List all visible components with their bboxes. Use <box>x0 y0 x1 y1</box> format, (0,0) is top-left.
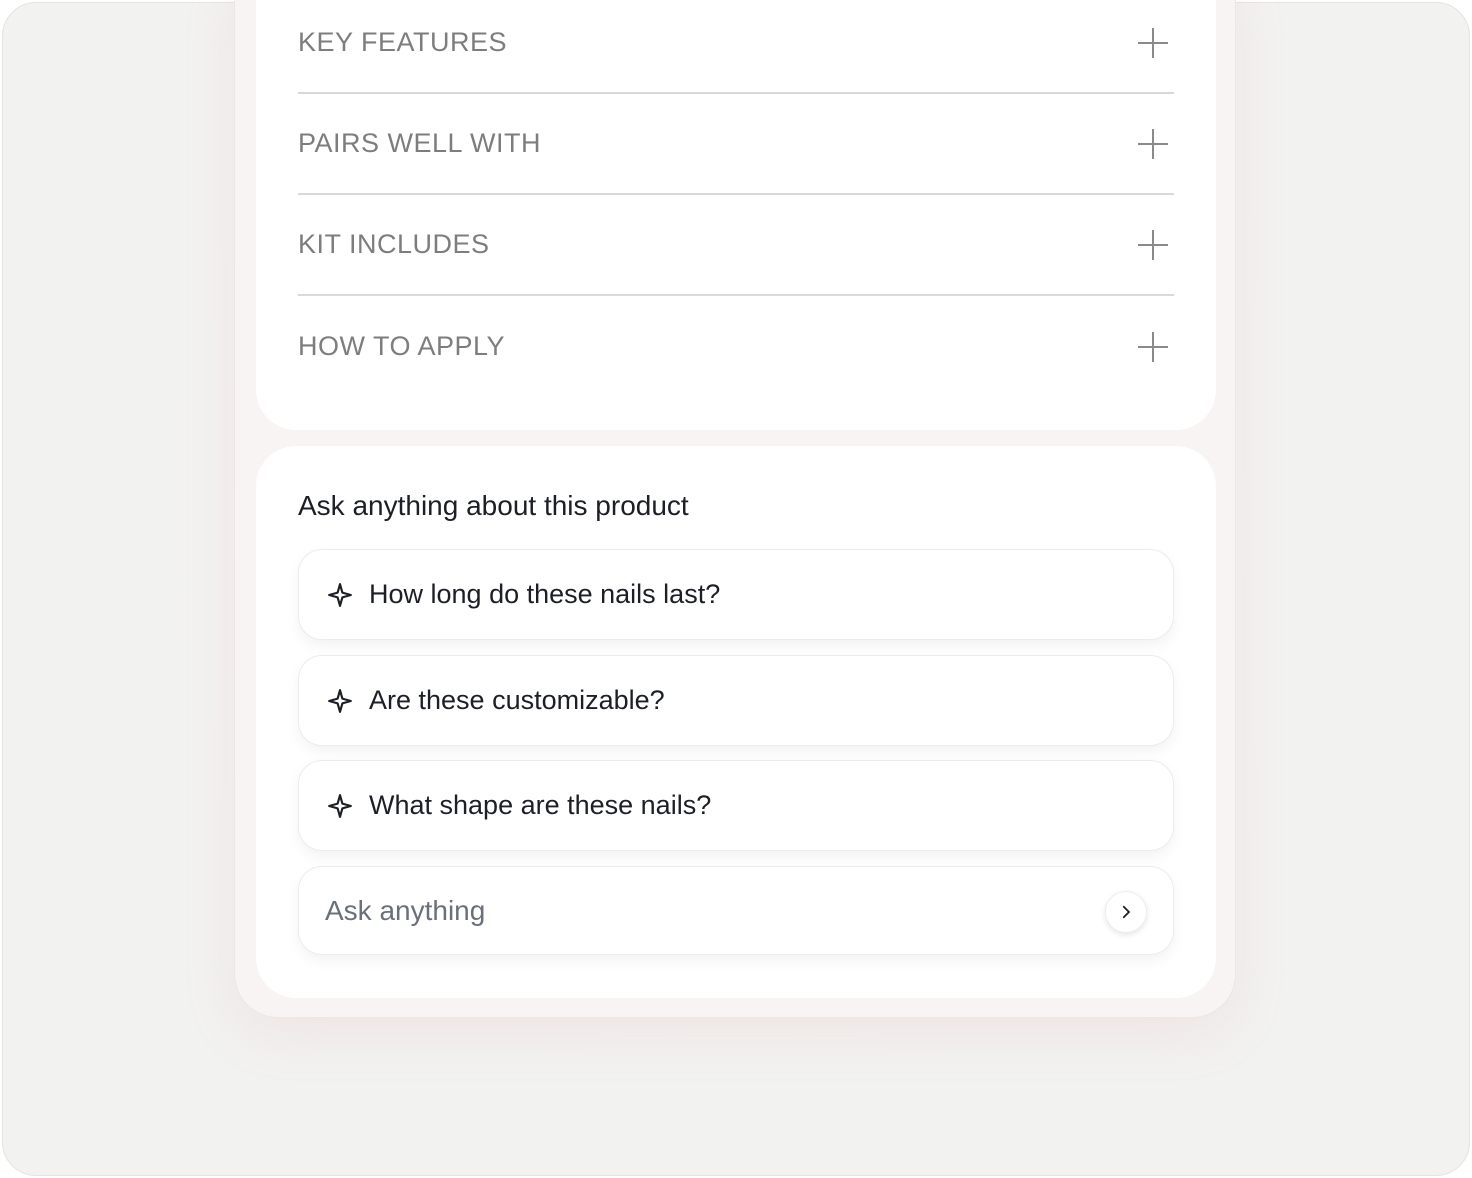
sparkle-icon <box>328 582 352 607</box>
ask-input[interactable] <box>325 867 1085 954</box>
ask-input-container <box>298 866 1174 955</box>
sparkle-icon <box>328 688 352 713</box>
accordion-label: KIT INCLUDES <box>298 229 490 259</box>
accordion-pairs-well-with[interactable]: PAIRS WELL WITH <box>298 94 1174 195</box>
send-button[interactable] <box>1105 891 1147 933</box>
accordion-kit-includes[interactable]: KIT INCLUDES <box>298 195 1174 296</box>
accordion-label: KEY FEATURES <box>298 27 508 57</box>
suggestion-text: How long do these nails last? <box>369 579 721 609</box>
suggestion-button-customizable[interactable]: Are these customizable? <box>298 655 1174 746</box>
plus-icon <box>1138 229 1168 260</box>
suggestion-text: What shape are these nails? <box>369 790 712 820</box>
accordion-key-features[interactable]: KEY FEATURES <box>298 0 1174 94</box>
plus-icon <box>1138 331 1168 362</box>
accordion-label: PAIRS WELL WITH <box>298 128 542 158</box>
suggestion-button-nails-last[interactable]: How long do these nails last? <box>298 549 1174 640</box>
chevron-right-icon <box>1122 905 1130 919</box>
plus-icon <box>1138 27 1168 58</box>
sparkle-icon <box>328 793 352 818</box>
accordion-label: HOW TO APPLY <box>298 331 506 361</box>
suggestion-text: Are these customizable? <box>369 685 665 715</box>
plus-icon <box>1138 128 1168 159</box>
accordion-how-to-apply[interactable]: HOW TO APPLY <box>298 296 1174 397</box>
suggestion-button-nail-shape[interactable]: What shape are these nails? <box>298 760 1174 851</box>
ask-title: Ask anything about this product <box>298 490 689 521</box>
